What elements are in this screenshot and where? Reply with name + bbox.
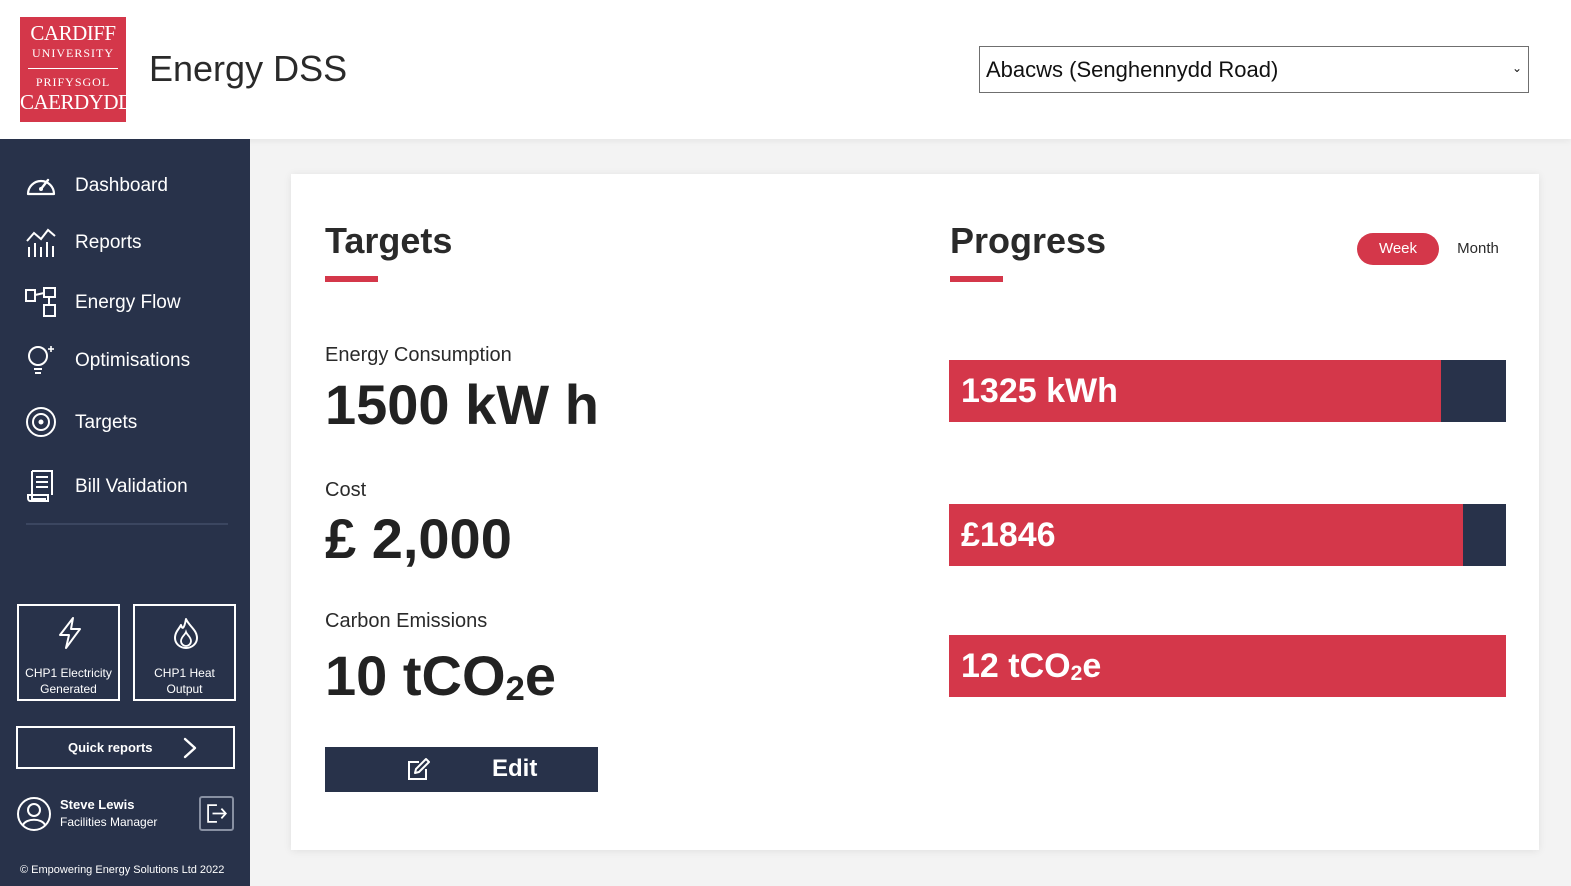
sidebar-item-dashboard[interactable]: Dashboard [0, 163, 250, 207]
carbon-value-main: 10 tCO [325, 644, 506, 707]
copyright-text: © Empowering Energy Solutions Ltd 2022 [20, 864, 225, 876]
chevron-right-icon [183, 737, 197, 759]
tile-label: CHP1 Electricity Generated [25, 666, 112, 696]
sidebar-item-reports[interactable]: Reports [0, 220, 250, 264]
sidebar-item-targets[interactable]: Targets [0, 400, 250, 444]
progress-title: Progress [950, 220, 1107, 261]
top-header: CARDIFF UNIVERSITY PRIFYSGOL CAERDYDD En… [0, 0, 1571, 139]
progress-title-underline [950, 276, 1003, 282]
targets-progress-card: Targets Energy Consumption 1500 kW h Cos… [291, 174, 1539, 850]
carbon-progress-label: 12 tCO2e [961, 647, 1101, 686]
edit-label: Edit [492, 755, 538, 782]
quick-reports-label: Quick reports [68, 740, 153, 755]
carbon-value-sub: 2 [505, 670, 525, 709]
lightning-icon [59, 617, 81, 649]
sidebar-item-label: Optimisations [75, 350, 191, 371]
carbon-value-suffix: e [524, 644, 556, 707]
targets-title-underline [325, 276, 378, 282]
quick-reports-button[interactable]: Quick reports [16, 726, 235, 769]
logo-text-cardiff: CARDIFF [30, 21, 116, 45]
gauge-icon [26, 178, 56, 196]
cost-progress-bar: £1846 [949, 504, 1506, 566]
sidebar: Dashboard Reports Energy Flow Optimisati… [0, 139, 250, 886]
sidebar-item-label: Targets [75, 412, 138, 433]
carbon-progress-main: 12 tCO [961, 647, 1071, 685]
bulb-icon [28, 346, 54, 374]
chart-icon [26, 228, 56, 257]
carbon-emissions-label: Carbon Emissions [325, 610, 488, 632]
energy-consumption-label: Energy Consumption [325, 344, 512, 366]
app-title: Energy DSS [149, 48, 348, 89]
target-icon [26, 407, 56, 437]
cost-label: Cost [325, 479, 367, 501]
sidebar-item-label: Reports [75, 232, 142, 253]
logout-icon[interactable] [199, 796, 234, 831]
tile-label: CHP1 Heat Output [154, 666, 215, 696]
flame-icon [174, 618, 198, 649]
sidebar-item-label: Bill Validation [75, 476, 188, 497]
cost-value: £ 2,000 [325, 507, 512, 570]
period-week-toggle[interactable]: Week [1357, 233, 1439, 265]
logo-text-university: UNIVERSITY [32, 46, 114, 60]
edit-icon [408, 758, 430, 780]
cardiff-university-logo[interactable]: CARDIFF UNIVERSITY PRIFYSGOL CAERDYDD [20, 17, 133, 122]
sidebar-item-label: Dashboard [75, 175, 168, 196]
carbon-emissions-value: 10 tCO2e [325, 643, 556, 709]
logo-text-prifysgol: PRIFYSGOL [35, 75, 111, 89]
flow-icon [25, 287, 56, 317]
building-select-value: Abacws (Senghennydd Road) [986, 57, 1279, 82]
sidebar-item-bill-validation[interactable]: Bill Validation [0, 464, 250, 508]
sidebar-item-energy-flow[interactable]: Energy Flow [0, 280, 250, 324]
carbon-progress-bar: 12 tCO2e [949, 635, 1506, 697]
targets-title: Targets [325, 220, 453, 261]
chp1-electricity-tile[interactable]: CHP1 Electricity Generated [17, 604, 120, 701]
sidebar-item-label: Energy Flow [75, 292, 181, 313]
chp1-heat-output-tile[interactable]: CHP1 Heat Output [133, 604, 236, 701]
edit-targets-button[interactable]: Edit [325, 747, 598, 792]
period-month-toggle[interactable]: Month [1448, 233, 1508, 265]
sidebar-divider [26, 523, 228, 525]
receipt-icon [27, 470, 53, 502]
chevron-down-icon: ⌄ [1511, 61, 1522, 75]
user-name: Steve Lewis [60, 797, 135, 812]
carbon-progress-suffix: e [1082, 647, 1102, 685]
energy-progress-label: 1325 kWh [961, 372, 1118, 410]
logo-divider [28, 68, 118, 69]
user-avatar-icon[interactable] [16, 796, 52, 832]
energy-consumption-value: 1500 kW h [325, 373, 599, 436]
sidebar-item-optimisations[interactable]: Optimisations [0, 338, 250, 382]
user-role: Facilities Manager [60, 815, 158, 829]
carbon-progress-sub: 2 [1070, 662, 1083, 686]
cost-progress-label: £1846 [961, 516, 1056, 554]
logo-text-caerdydd: CAERDYDD [20, 90, 133, 114]
building-select[interactable]: Abacws (Senghennydd Road) ⌄ [979, 46, 1529, 93]
energy-progress-bar: 1325 kWh [949, 360, 1506, 422]
